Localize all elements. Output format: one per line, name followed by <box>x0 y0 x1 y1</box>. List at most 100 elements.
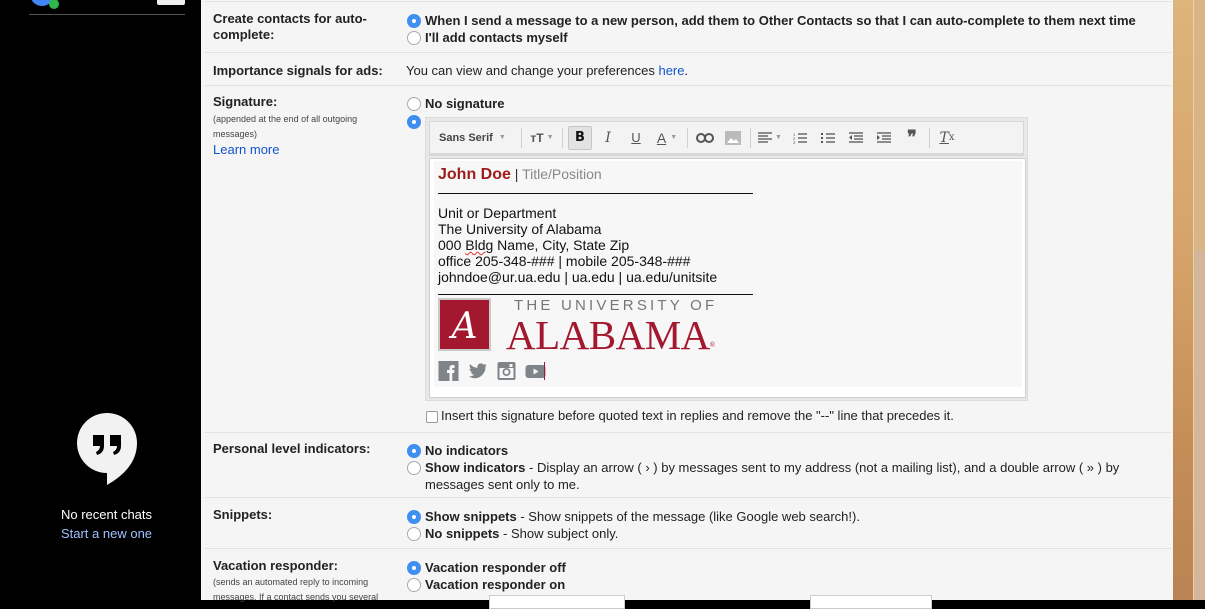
no-indicators-option[interactable]: No indicators <box>406 442 1166 459</box>
radio-no-signature[interactable] <box>407 97 421 111</box>
font-family-select[interactable]: Sans Serif ▼ <box>436 126 516 150</box>
radio-vacation-off[interactable] <box>407 561 421 575</box>
signature-line-email: johndoe@ur.ua.edu | ua.edu | ua.edu/unit… <box>438 269 718 285</box>
learn-more-link[interactable]: Learn more <box>213 142 393 158</box>
row-top-border <box>205 0 1171 2</box>
autocomplete-option-auto[interactable]: When I send a message to a new person, a… <box>406 12 1166 29</box>
vacation-sublabel: (sends an automated reply to incoming me… <box>213 577 379 602</box>
indent-more-glyph <box>877 131 891 143</box>
underline-icon[interactable]: U <box>624 126 648 150</box>
radio-auto-add[interactable] <box>407 14 421 28</box>
last-day-input[interactable] <box>810 595 932 609</box>
toolbar-separator <box>750 127 751 148</box>
ads-preferences-link[interactable]: here <box>658 63 684 78</box>
signature-title: Title/Position <box>522 166 602 182</box>
no-snippets-option[interactable]: No snippets - Show subject only. <box>406 525 1166 542</box>
snippets-label: Snippets: <box>213 507 273 522</box>
font-name: Sans Serif <box>439 131 493 144</box>
signature-line-address: 000 Bldg Name, City, State Zip <box>438 237 717 253</box>
misspelled-word[interactable]: Bldg <box>465 237 493 253</box>
bulleted-list-glyph <box>821 132 835 143</box>
option-label: No signature <box>425 96 505 111</box>
radio-show-indicators[interactable] <box>407 461 421 475</box>
first-day-input[interactable] <box>489 595 625 609</box>
signature-lines: Unit or Department The University of Ala… <box>438 205 717 285</box>
option-label: When I send a message to a new person, a… <box>425 13 1136 28</box>
youtube-icon[interactable] <box>525 361 546 381</box>
vacation-label: Vacation responder: <box>213 558 338 573</box>
row-snippets: Snippets: Show snippets - Show snippets … <box>205 498 1171 549</box>
show-snippets-option[interactable]: Show snippets - Show snippets of the mes… <box>406 508 1166 525</box>
option-description: - Show snippets of the message (like Goo… <box>516 509 860 524</box>
chevron-down-icon: ▼ <box>546 134 554 141</box>
signature-name: John Doe <box>438 166 511 183</box>
theme-background-edge <box>1193 0 1205 250</box>
social-icons <box>438 361 546 381</box>
text-size-icon[interactable]: ᴛT ▼ <box>527 126 557 150</box>
text-cursor <box>544 362 545 380</box>
chevron-down-icon: ▼ <box>670 134 678 141</box>
sidebar-divider <box>29 14 185 15</box>
signature-line-university: The University of Alabama <box>438 221 602 237</box>
vacation-off-option[interactable]: Vacation responder off <box>406 559 1166 576</box>
text-color-icon[interactable]: A ▼ <box>652 126 682 150</box>
vacation-on-option[interactable]: Vacation responder on <box>406 576 1166 593</box>
radio-no-snippets[interactable] <box>407 527 421 541</box>
numbered-list-glyph: 123 <box>793 132 807 144</box>
indent-more-icon[interactable] <box>872 126 896 150</box>
sidebar-top-button[interactable] <box>157 0 185 5</box>
ads-period: . <box>684 63 689 78</box>
status-dot-icon <box>49 0 59 9</box>
show-indicators-option[interactable]: Show indicators - Display an arrow ( › )… <box>406 459 1126 493</box>
signature-line-unit: Unit or Department <box>438 205 557 221</box>
signature-text-area[interactable]: John Doe | Title/Position Unit or Depart… <box>429 158 1026 398</box>
radio-vacation-on[interactable] <box>407 578 421 592</box>
twitter-icon[interactable] <box>467 361 488 381</box>
radio-signature-on[interactable] <box>407 115 421 129</box>
indicators-label: Personal level indicators: <box>213 441 371 456</box>
option-label: No indicators <box>425 443 509 458</box>
remove-formatting-icon[interactable]: Tx <box>935 126 959 150</box>
italic-icon[interactable]: I <box>596 126 620 150</box>
option-label: Vacation responder off <box>425 560 566 575</box>
insert-before-option[interactable]: Insert this signature before quoted text… <box>425 408 954 424</box>
signature-rule-top <box>438 193 753 194</box>
signature-name-line: John Doe | Title/Position <box>438 166 602 184</box>
autocomplete-option-manual[interactable]: I'll add contacts myself <box>406 29 1166 46</box>
option-label: No snippets <box>425 526 500 541</box>
bulleted-list-icon[interactable] <box>816 126 840 150</box>
toolbar-separator <box>562 127 563 148</box>
insert-before-checkbox[interactable] <box>426 411 438 423</box>
numbered-list-icon[interactable]: 123 <box>788 126 812 150</box>
image-glyph <box>725 130 741 145</box>
signature-rule-bottom <box>438 294 753 295</box>
option-label: Vacation responder on <box>425 577 566 592</box>
signature-content[interactable]: John Doe | Title/Position Unit or Depart… <box>434 161 1022 387</box>
facebook-icon[interactable] <box>438 361 459 381</box>
signature-line-phones: office 205-348-### | mobile 205-348-### <box>438 253 691 269</box>
radio-show-snippets[interactable] <box>407 510 421 524</box>
chevron-down-icon: ▼ <box>498 134 506 141</box>
start-new-chat-link[interactable]: Start a new one <box>0 526 213 541</box>
option-label: I'll add contacts myself <box>425 30 568 45</box>
quote-icon[interactable]: ❞ <box>900 126 924 150</box>
signature-label-group: Signature: (appended at the end of all o… <box>213 94 393 158</box>
radio-no-indicators[interactable] <box>407 444 421 458</box>
registered-mark: ® <box>709 341 715 349</box>
indent-less-icon[interactable] <box>844 126 868 150</box>
instagram-icon[interactable] <box>496 361 517 381</box>
link-icon[interactable] <box>693 126 717 150</box>
no-signature-option[interactable]: No signature <box>406 95 1166 112</box>
ua-wordmark-main: ALABAMA® <box>506 311 715 359</box>
row-ads: Importance signals for ads: You can view… <box>205 53 1171 86</box>
toolbar-separator <box>521 127 522 148</box>
tx-x-glyph: x <box>948 132 955 143</box>
signature-label: Signature: <box>213 94 278 109</box>
image-icon[interactable] <box>721 126 745 150</box>
align-icon[interactable]: ▼ <box>756 126 784 150</box>
vacation-label-group: Vacation responder: (sends an automated … <box>213 558 393 605</box>
row-vacation: Vacation responder: (sends an automated … <box>205 549 1171 609</box>
bold-icon[interactable]: B <box>568 125 592 150</box>
radio-manual-add[interactable] <box>407 31 421 45</box>
script-a-glyph: A <box>440 300 489 349</box>
